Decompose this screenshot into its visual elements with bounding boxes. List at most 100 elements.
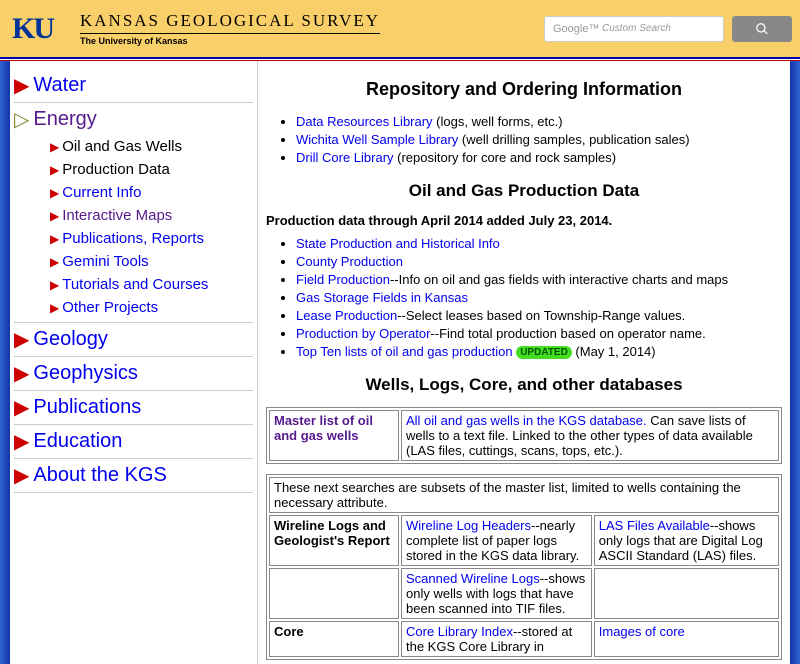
table-cell: LAS Files Available--shows only logs tha… [594,515,779,566]
link-wichita[interactable]: Wichita Well Sample Library [296,132,458,147]
nav-other-projects[interactable]: ▶Other Projects [50,299,253,316]
triangle-icon: ▶ [14,361,29,386]
search-icon [755,22,769,36]
table-row: Scanned Wireline Logs--shows only wells … [269,568,779,619]
triangle-icon: ▷ [14,107,29,132]
divider [14,458,253,459]
triangle-icon: ▶ [50,140,59,154]
table-rowhead: Core [269,621,399,657]
link-data-resources[interactable]: Data Resources Library [296,114,433,129]
triangle-icon: ▶ [50,301,59,315]
list-item: Wichita Well Sample Library (well drilli… [296,132,782,147]
nav-publications-reports[interactable]: ▶Publications, Reports [50,230,253,247]
search-input[interactable]: Google™ Custom Search [544,16,724,42]
nav-water[interactable]: ▶Water [14,73,253,98]
nav-education[interactable]: ▶Education [14,429,253,454]
main-content: Repository and Ordering Information Data… [258,61,790,664]
link-drill-core[interactable]: Drill Core Library [296,150,394,165]
nav-interactive-maps[interactable]: ▶Interactive Maps [50,207,253,224]
nav-current-info[interactable]: ▶Current Info [50,184,253,201]
triangle-icon: ▶ [14,327,29,352]
link-field-prod[interactable]: Field Production [296,272,390,287]
search-area: Google™ Custom Search [544,16,792,42]
triangle-icon: ▶ [14,73,29,98]
left-blue-strip [0,61,10,664]
link-images-core[interactable]: Images of core [599,624,685,639]
link-state-prod[interactable]: State Production and Historical Info [296,236,500,251]
nav-gemini-tools[interactable]: ▶Gemini Tools [50,253,253,270]
nav-about-kgs[interactable]: ▶About the KGS [14,463,253,488]
link-top-ten[interactable]: Top Ten lists of oil and gas production [296,344,513,359]
list-item: Data Resources Library (logs, well forms… [296,114,782,129]
table-rowhead: Wireline Logs and Geologist's Report [269,515,399,566]
table-cell: Scanned Wireline Logs--shows only wells … [401,568,592,619]
sidebar: ▶Water ▷Energy ▶Oil and Gas Wells ▶Produ… [10,61,258,664]
table-rowhead: Master list of oil and gas wells [269,410,399,461]
triangle-icon: ▶ [50,232,59,246]
header-left: KU KANSAS GEOLOGICAL SURVEY The Universi… [12,9,380,49]
table-master-list: Master list of oil and gas wells All oil… [266,407,782,464]
repo-list: Data Resources Library (logs, well forms… [296,114,782,165]
triangle-icon: ▶ [50,209,59,223]
divider [14,356,253,357]
triangle-icon: ▶ [14,463,29,488]
search-button[interactable] [732,16,792,42]
nav-oil-gas-wells[interactable]: ▶Oil and Gas Wells [50,138,253,155]
triangle-icon: ▶ [14,395,29,420]
link-lease-prod[interactable]: Lease Production [296,308,397,323]
list-item: Lease Production--Select leases based on… [296,308,782,323]
link-gas-storage[interactable]: Gas Storage Fields in Kansas [296,290,468,305]
table-rowhead [269,568,399,619]
triangle-icon: ▶ [50,255,59,269]
divider [14,492,253,493]
nav-energy[interactable]: ▷Energy [14,107,253,132]
link-county-prod[interactable]: County Production [296,254,403,269]
header-titles: KANSAS GEOLOGICAL SURVEY The University … [80,11,380,46]
updated-badge: UPDATED [516,346,572,359]
production-note: Production data through April 2014 added… [266,213,782,228]
link-prod-operator[interactable]: Production by Operator [296,326,430,341]
prod-list: State Production and Historical Info Cou… [296,236,782,359]
table-subsets: These next searches are subsets of the m… [266,474,782,660]
table-cell: Core Library Index--stored at the KGS Co… [401,621,592,657]
link-las-files[interactable]: LAS Files Available [599,518,710,533]
list-item: Drill Core Library (repository for core … [296,150,782,165]
nav-tutorials[interactable]: ▶Tutorials and Courses [50,276,253,293]
nav-geophysics[interactable]: ▶Geophysics [14,361,253,386]
list-item: County Production [296,254,782,269]
link-wireline-headers[interactable]: Wireline Log Headers [406,518,531,533]
list-item: Production by Operator--Find total produ… [296,326,782,341]
divider [14,322,253,323]
table-cell: All oil and gas wells in the KGS databas… [401,410,779,461]
header: KU KANSAS GEOLOGICAL SURVEY The Universi… [0,0,800,57]
table-row: Wireline Logs and Geologist's Report Wir… [269,515,779,566]
heading-production: Oil and Gas Production Data [266,181,782,201]
list-item: Top Ten lists of oil and gas production … [296,344,782,359]
table-row: Core Core Library Index--stored at the K… [269,621,779,657]
nav-production-data[interactable]: ▶Production Data [50,161,253,178]
table-cell: Images of core [594,621,779,657]
nav-geology[interactable]: ▶Geology [14,327,253,352]
list-item: Field Production--Info on oil and gas fi… [296,272,782,287]
ku-logo[interactable]: KU [12,9,72,49]
heading-wells-logs: Wells, Logs, Core, and other databases [266,375,782,395]
triangle-icon: ▶ [50,163,59,177]
site-subtitle: The University of Kansas [80,36,380,46]
link-scanned-logs[interactable]: Scanned Wireline Logs [406,571,540,586]
table-cell [594,568,779,619]
table-cell: Wireline Log Headers--nearly complete li… [401,515,592,566]
right-blue-strip [790,61,800,664]
list-item: State Production and Historical Info [296,236,782,251]
site-title: KANSAS GEOLOGICAL SURVEY [80,11,380,34]
nav-publications[interactable]: ▶Publications [14,395,253,420]
link-core-library[interactable]: Core Library Index [406,624,513,639]
triangle-icon: ▶ [14,429,29,454]
heading-repository: Repository and Ordering Information [266,79,782,100]
link-all-wells[interactable]: All oil and gas wells in the KGS databas… [406,413,647,428]
divider [14,424,253,425]
divider [14,102,253,103]
divider [14,390,253,391]
table-note: These next searches are subsets of the m… [269,477,779,513]
triangle-icon: ▶ [50,278,59,292]
list-item: Gas Storage Fields in Kansas [296,290,782,305]
